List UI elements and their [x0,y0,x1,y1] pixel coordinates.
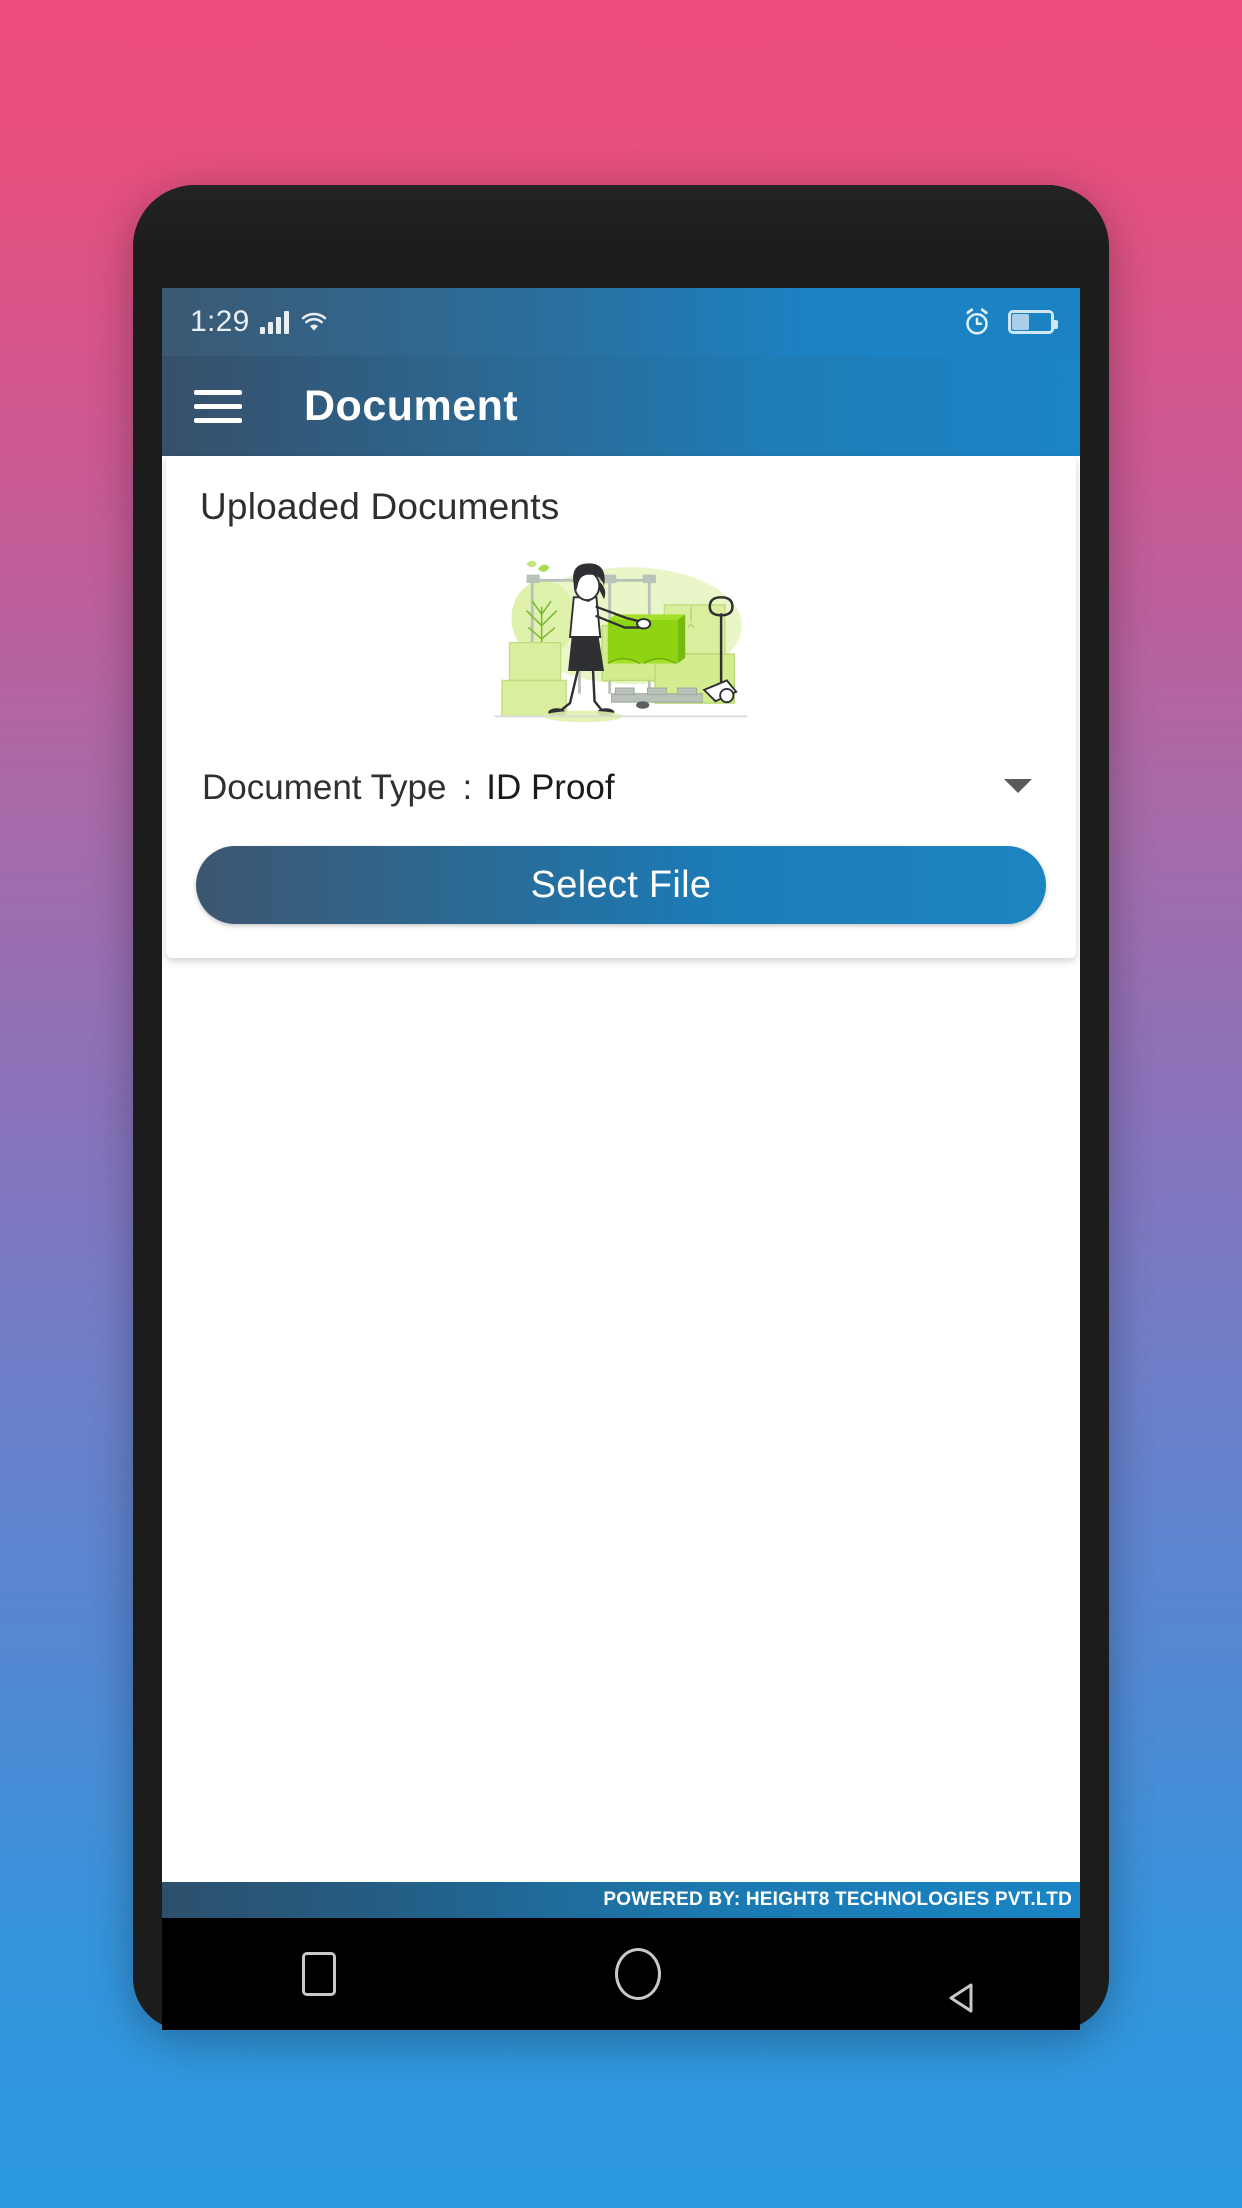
chevron-down-icon[interactable] [1002,776,1034,801]
status-bar-right [962,307,1058,337]
select-file-button[interactable]: Select File [196,846,1046,924]
page-title: Document [304,381,519,430]
status-bar: 1:29 [162,288,1080,356]
circle-home-icon[interactable] [614,1948,661,2000]
app-bar: Document [162,356,1080,456]
alarm-icon [962,307,992,337]
phone-device-frame: 1:29 Document Uploaded Documents Documen… [133,185,1109,2030]
content-area: Uploaded Documents Document Type: ID Pr… [162,456,1080,1918]
square-recents-icon[interactable] [301,1952,336,1996]
illustration-container [196,528,1046,740]
hamburger-menu-icon[interactable] [194,376,254,436]
wifi-icon [299,310,329,334]
android-navigation-bar [162,1918,1080,2030]
battery-icon [1008,310,1058,334]
document-type-label: Document Type [202,768,447,807]
powered-by-text: POWERED BY: HEIGHT8 TECHNOLOGIES PVT.LTD [603,1889,1072,1910]
warehouse-package-illustration [494,560,748,722]
document-type-dropdown[interactable]: Document Type : ID Proof [196,754,1046,814]
document-type-separator: : [462,768,473,807]
document-type-value: ID Proof [486,768,615,807]
section-title: Uploaded Documents [200,486,560,527]
status-bar-left: 1:29 [190,305,329,339]
signal-icon [259,310,289,334]
phone-screen: 1:29 Document Uploaded Documents Documen… [162,288,1080,1918]
uploaded-documents-card: Uploaded Documents Document Type: ID Pr… [166,456,1076,958]
status-bar-time: 1:29 [190,305,250,338]
powered-by-bar: POWERED BY: HEIGHT8 TECHNOLOGIES PVT.LTD [162,1882,1080,1918]
